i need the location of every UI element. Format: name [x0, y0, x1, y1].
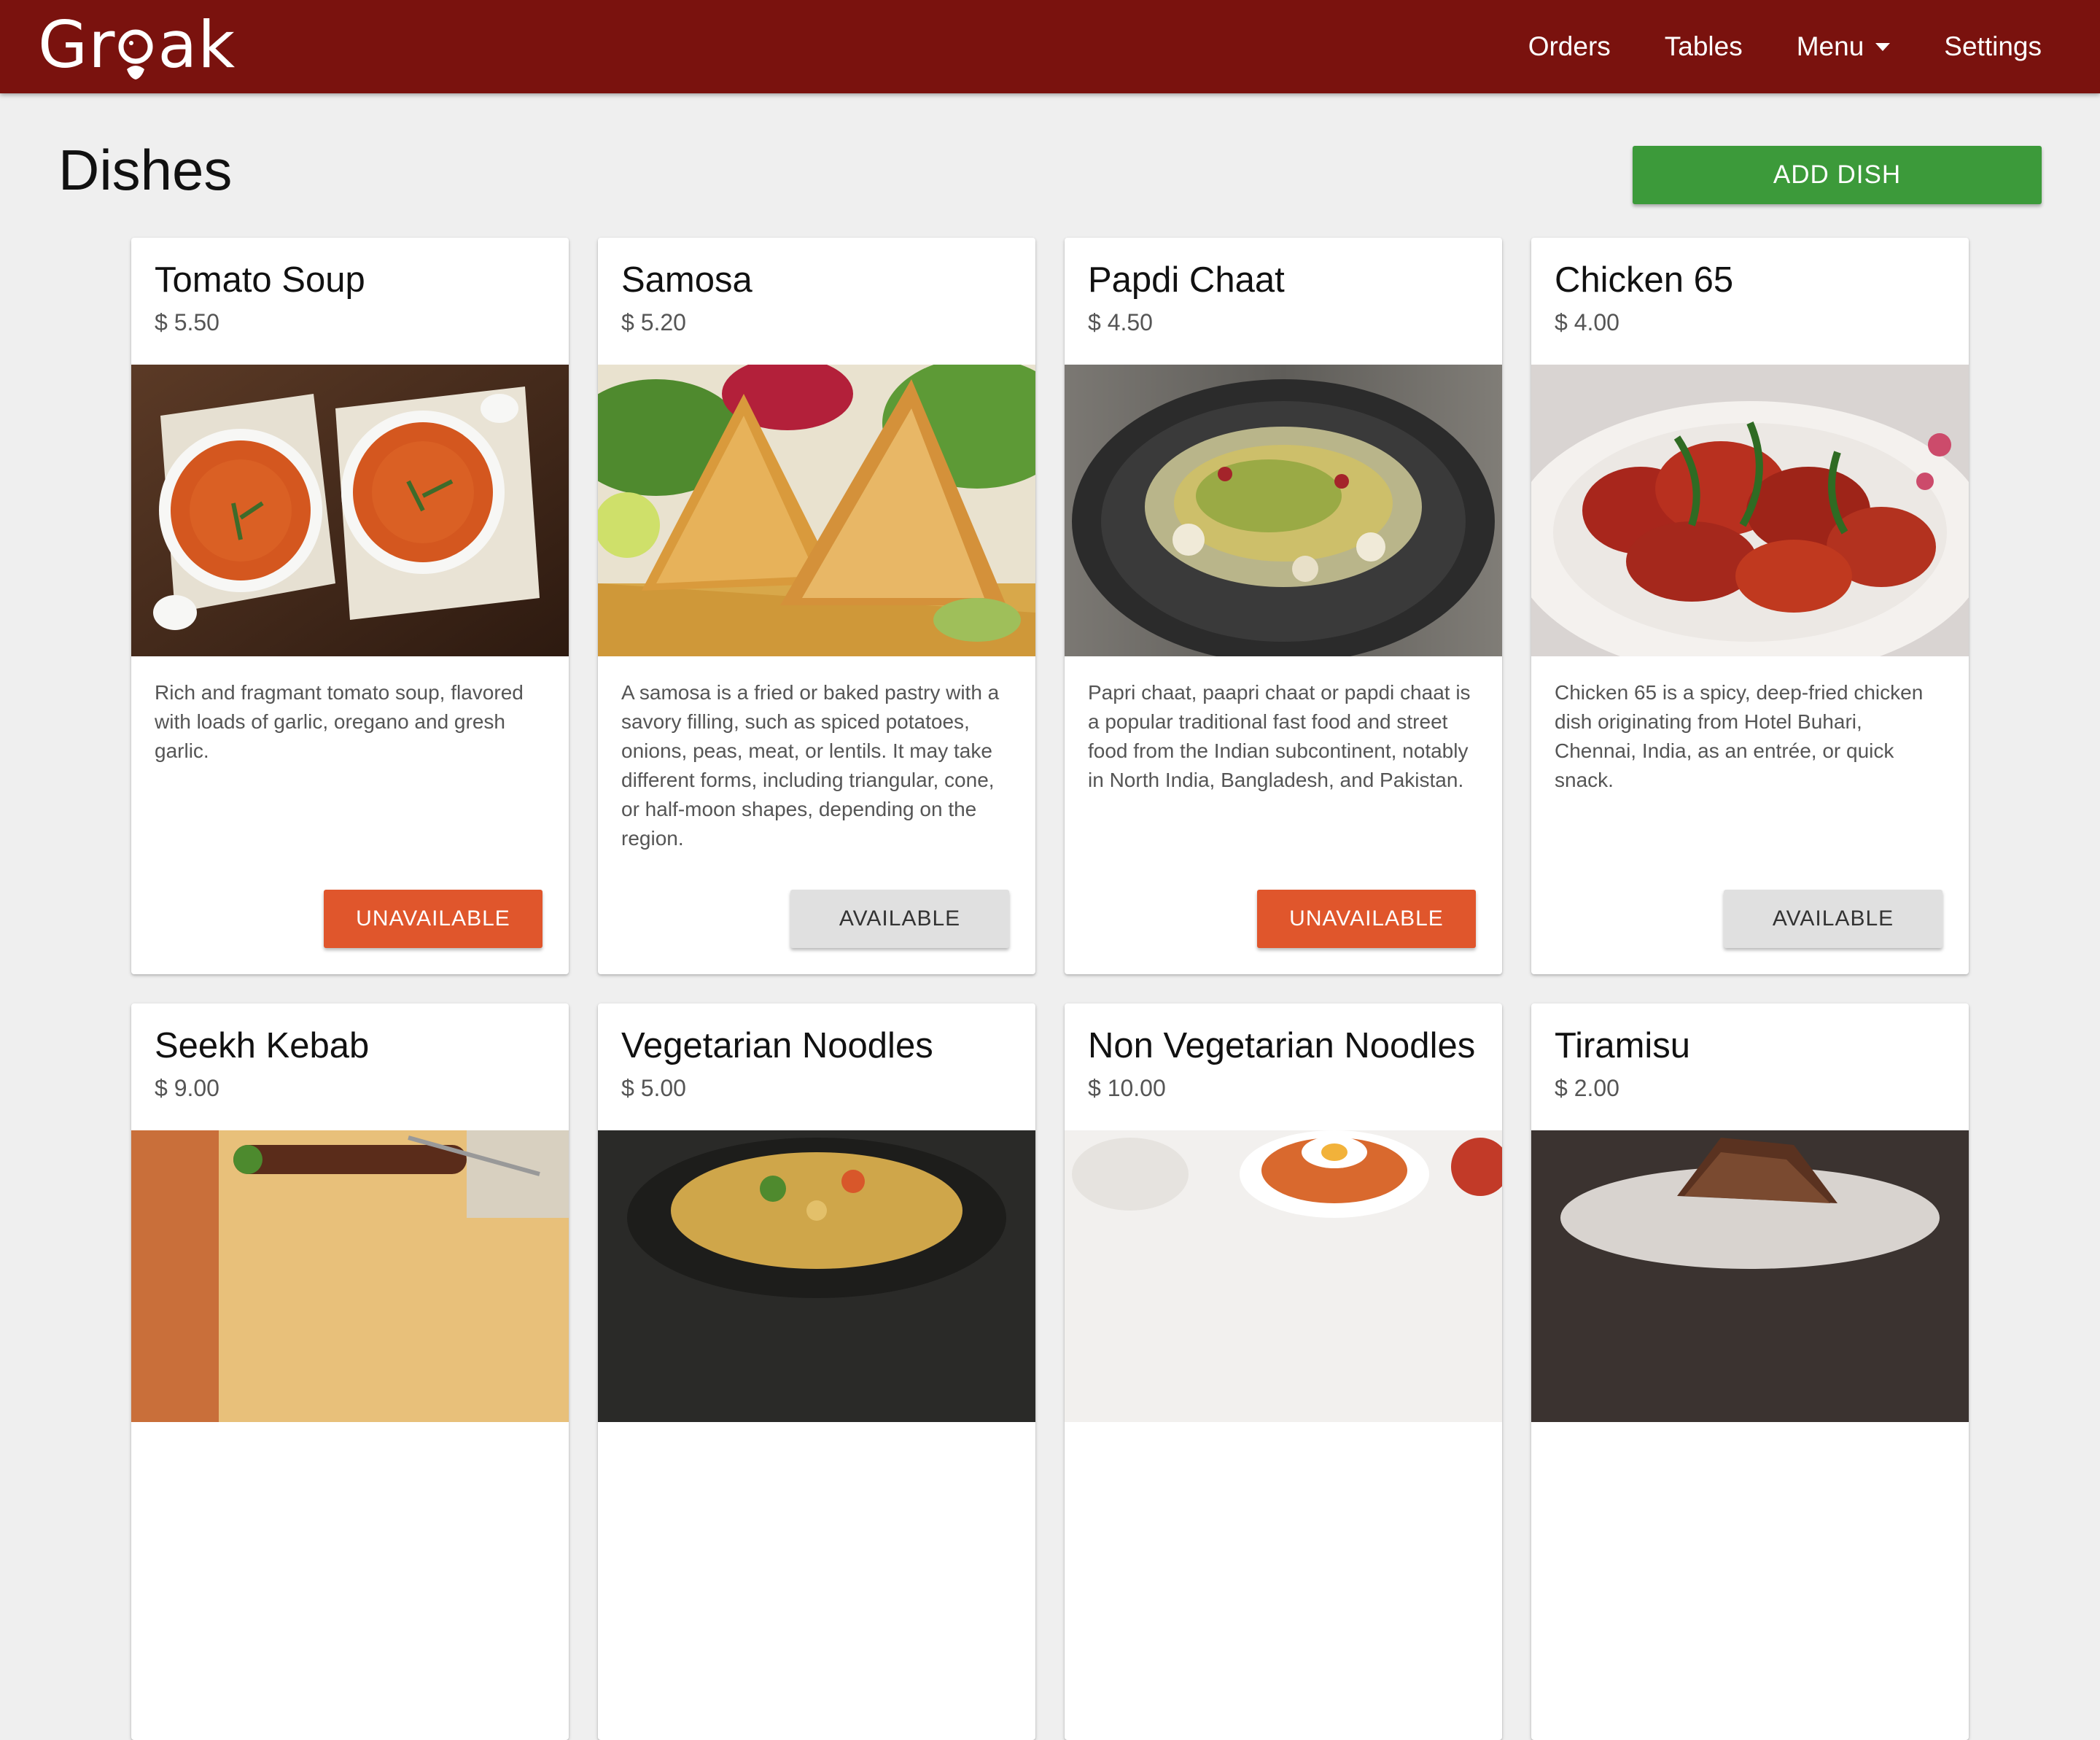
top-navbar: Gr ak Orders Tables Menu Settings: [0, 0, 2100, 93]
dish-price: $ 4.00: [1555, 309, 1619, 335]
nav-settings-label: Settings: [1944, 31, 2042, 61]
dish-price: $ 5.20: [621, 309, 686, 335]
nav-orders[interactable]: Orders: [1528, 31, 1611, 62]
seekh-kebab-image: [131, 1130, 569, 1422]
nav-menu-dropdown[interactable]: Menu: [1797, 31, 1891, 62]
availability-toggle-button[interactable]: UNAVAILABLE: [324, 890, 542, 948]
add-dish-button[interactable]: ADD DISH: [1633, 146, 2042, 204]
nav-orders-label: Orders: [1528, 31, 1611, 61]
dish-name: Samosa: [621, 260, 752, 300]
dish-name: Tomato Soup: [155, 260, 365, 300]
dish-description: Chicken 65 is a spicy, deep-fried chicke…: [1555, 681, 1924, 791]
availability-toggle-button[interactable]: UNAVAILABLE: [1257, 890, 1476, 948]
dish-name: Papdi Chaat: [1088, 260, 1285, 300]
dish-name: Vegetarian Noodles: [621, 1026, 933, 1065]
dish-card: Vegetarian Noodles $ 5.00: [598, 1003, 1035, 1740]
dish-name: Chicken 65: [1555, 260, 1734, 300]
dish-card: Seekh Kebab $ 9.00: [131, 1003, 569, 1740]
dish-card: Samosa $ 5.20 A samosa is a fried or bak…: [598, 238, 1035, 974]
dish-name: Non Vegetarian Noodles: [1088, 1026, 1476, 1065]
logo-text-right: ak: [158, 7, 236, 82]
tiramisu-image: [1531, 1130, 1969, 1422]
dish-price: $ 10.00: [1088, 1075, 1166, 1101]
non-vegetarian-noodles-image: [1065, 1130, 1502, 1422]
dish-price: $ 5.50: [155, 309, 219, 335]
papdi-chaat-image: [1065, 365, 1502, 656]
chicken-65-image: [1531, 365, 1969, 656]
dish-description: Rich and fragmant tomato soup, flavored …: [155, 681, 524, 762]
dish-price: $ 2.00: [1555, 1075, 1619, 1101]
logo-o-icon: [117, 23, 156, 79]
samosa-image: [598, 365, 1035, 656]
logo-text-left: Gr: [38, 7, 116, 82]
availability-toggle-button[interactable]: AVAILABLE: [1724, 890, 1942, 948]
dish-description: A samosa is a fried or baked pastry with…: [621, 681, 1000, 850]
dish-name: Tiramisu: [1555, 1026, 1691, 1065]
nav-menu-label: Menu: [1796, 31, 1864, 61]
dish-price: $ 5.00: [621, 1075, 686, 1101]
dish-price: $ 4.50: [1088, 309, 1153, 335]
nav-settings[interactable]: Settings: [1944, 31, 2042, 62]
dish-price: $ 9.00: [155, 1075, 219, 1101]
app-logo[interactable]: Gr ak: [38, 1, 236, 88]
nav-links: Orders Tables Menu Settings: [1474, 0, 2042, 93]
availability-toggle-button[interactable]: AVAILABLE: [790, 890, 1009, 948]
nav-tables[interactable]: Tables: [1665, 31, 1743, 62]
dish-description: Papri chaat, paapri chaat or papdi chaat…: [1088, 681, 1471, 791]
dish-card: Tiramisu $ 2.00: [1531, 1003, 1969, 1740]
vegetarian-noodles-image: [598, 1130, 1035, 1422]
dish-card: Tomato Soup $ 5.50 Rich and fragmant tom…: [131, 238, 569, 974]
dish-name: Seekh Kebab: [155, 1026, 370, 1065]
tomato-soup-image: [131, 365, 569, 656]
dish-card: Non Vegetarian Noodles $ 10.00: [1065, 1003, 1502, 1740]
caret-down-icon: [1875, 42, 1891, 51]
page-title: Dishes: [58, 138, 233, 202]
nav-tables-label: Tables: [1664, 31, 1743, 61]
dish-card: Chicken 65 $ 4.00 Chicken 65 is a spicy,…: [1531, 238, 1969, 974]
dish-card: Papdi Chaat $ 4.50 Papri chaat, paapri c…: [1065, 238, 1502, 974]
